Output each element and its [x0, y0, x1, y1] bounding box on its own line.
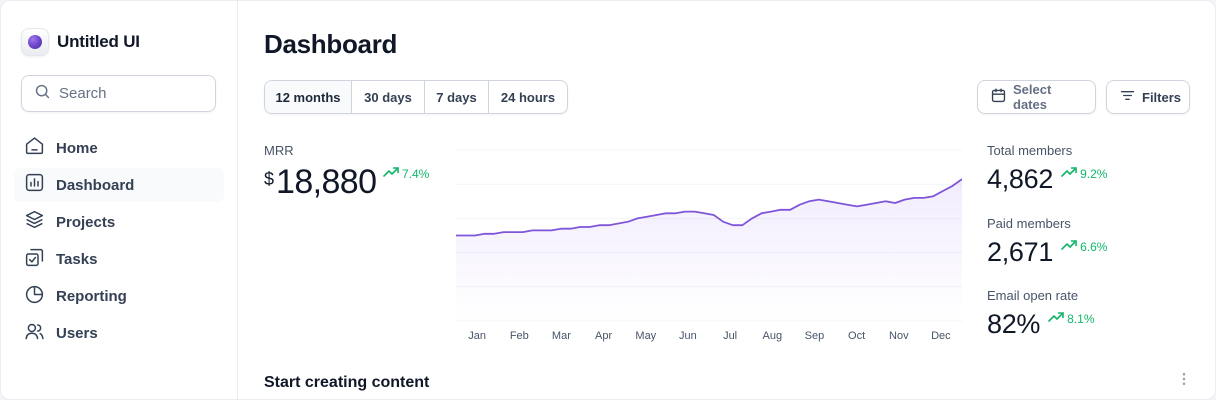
- stat-change-badge: 9.2%: [1061, 166, 1107, 181]
- logo-icon: [21, 28, 49, 56]
- sidebar-item-tasks[interactable]: Tasks: [14, 243, 224, 277]
- stat-change-badge: 6.6%: [1061, 239, 1107, 254]
- search-placeholder: Search: [59, 85, 107, 102]
- x-tick-label: Apr: [595, 330, 612, 342]
- stat-change: 9.2%: [1080, 166, 1108, 181]
- mrr-label: MRR: [264, 143, 294, 158]
- layers-icon: [24, 209, 45, 235]
- x-tick-label: Jan: [468, 330, 486, 342]
- sidebar-nav: Home Dashboard Projects Tasks Reporting …: [14, 131, 224, 354]
- calendar-icon: [990, 87, 1013, 107]
- x-tick-label: May: [635, 330, 656, 342]
- search-input[interactable]: Search: [21, 75, 216, 112]
- sidebar: Untitled UI Search Home Dashboard Projec…: [1, 1, 238, 399]
- sidebar-item-label: Tasks: [56, 251, 98, 269]
- stat-paid-members: Paid members 2,671 6.6%: [987, 216, 1107, 268]
- trend-up-icon: [383, 166, 402, 181]
- brand[interactable]: Untitled UI: [21, 28, 140, 56]
- select-dates-label: Select dates: [1013, 82, 1052, 112]
- stat-change-badge: 8.1%: [1048, 311, 1095, 326]
- sidebar-item-users[interactable]: Users: [14, 317, 224, 351]
- mrr-amount: 18,880: [276, 163, 377, 201]
- x-tick-label: Aug: [763, 330, 783, 342]
- currency-symbol: $: [264, 169, 275, 189]
- sidebar-item-reporting[interactable]: Reporting: [14, 280, 224, 314]
- chart-area-fill: [456, 179, 962, 321]
- check-square-icon: [24, 247, 45, 273]
- x-tick-label: Mar: [552, 330, 571, 342]
- search-icon: [34, 83, 51, 105]
- sidebar-item-dashboard[interactable]: Dashboard: [14, 168, 224, 203]
- trend-up-icon: [1048, 311, 1067, 326]
- date-range-tabs: 12 months 30 days 7 days 24 hours: [264, 80, 568, 114]
- x-tick-label: Jun: [679, 330, 697, 342]
- sidebar-item-label: Dashboard: [56, 176, 135, 194]
- stat-value: 82%: [987, 309, 1041, 339]
- stat-email-open-rate: Email open rate 82% 8.1%: [987, 288, 1095, 340]
- tab-30-days[interactable]: 30 days: [352, 81, 425, 113]
- x-tick-label: Nov: [889, 330, 909, 342]
- tab-12-months[interactable]: 12 months: [265, 81, 352, 113]
- stat-change: 6.6%: [1080, 239, 1108, 254]
- users-icon: [24, 321, 45, 347]
- stat-label: Paid members: [987, 216, 1071, 231]
- tab-24-hours[interactable]: 24 hours: [489, 81, 567, 113]
- bar-chart-icon: [24, 172, 45, 198]
- pie-chart-icon: [24, 284, 45, 310]
- x-tick-label: Jul: [723, 330, 737, 342]
- stat-value: 4,862: [987, 164, 1054, 194]
- stat-label: Total members: [987, 143, 1073, 158]
- home-icon: [24, 135, 45, 161]
- stat-total-members: Total members 4,862 9.2%: [987, 143, 1107, 195]
- sidebar-item-label: Home: [56, 139, 98, 157]
- app-window: Untitled UI Search Home Dashboard Projec…: [0, 0, 1216, 400]
- x-tick-label: Oct: [848, 330, 865, 342]
- mrr-change-badge: 7.4%: [383, 166, 429, 181]
- trend-up-icon: [1061, 239, 1080, 254]
- sidebar-item-projects[interactable]: Projects: [14, 205, 224, 239]
- filters-label: Filters: [1142, 89, 1182, 105]
- sidebar-item-label: Projects: [56, 213, 116, 231]
- sidebar-item-label: Reporting: [56, 288, 127, 306]
- stat-change: 8.1%: [1067, 311, 1095, 326]
- mrr-value: $ 18,880: [264, 163, 377, 202]
- mrr-change: 7.4%: [402, 166, 430, 181]
- tab-7-days[interactable]: 7 days: [425, 81, 489, 113]
- sidebar-item-home[interactable]: Home: [14, 131, 224, 165]
- stat-value: 2,671: [987, 237, 1054, 267]
- x-tick-label: Sep: [805, 330, 825, 342]
- filters-button[interactable]: Filters: [1106, 80, 1190, 114]
- stat-label: Email open rate: [987, 288, 1079, 303]
- select-dates-button[interactable]: Select dates: [977, 80, 1096, 114]
- page-title: Dashboard: [264, 29, 398, 59]
- sidebar-item-label: Users: [56, 325, 98, 343]
- x-tick-label: Feb: [510, 330, 529, 342]
- section-title: Start creating content: [264, 374, 430, 391]
- brand-name: Untitled UI: [57, 32, 140, 51]
- trend-up-icon: [1061, 166, 1080, 181]
- mrr-area-chart: Jan Feb Mar Apr May Jun Jul Aug Sep Oct Nov Dec: [456, 149, 962, 342]
- main-content: Dashboard 12 months 30 days 7 days 24 ho…: [238, 1, 1215, 399]
- more-options-icon[interactable]: [1174, 369, 1194, 389]
- filter-lines-icon: [1119, 87, 1142, 107]
- x-tick-label: Dec: [931, 330, 951, 342]
